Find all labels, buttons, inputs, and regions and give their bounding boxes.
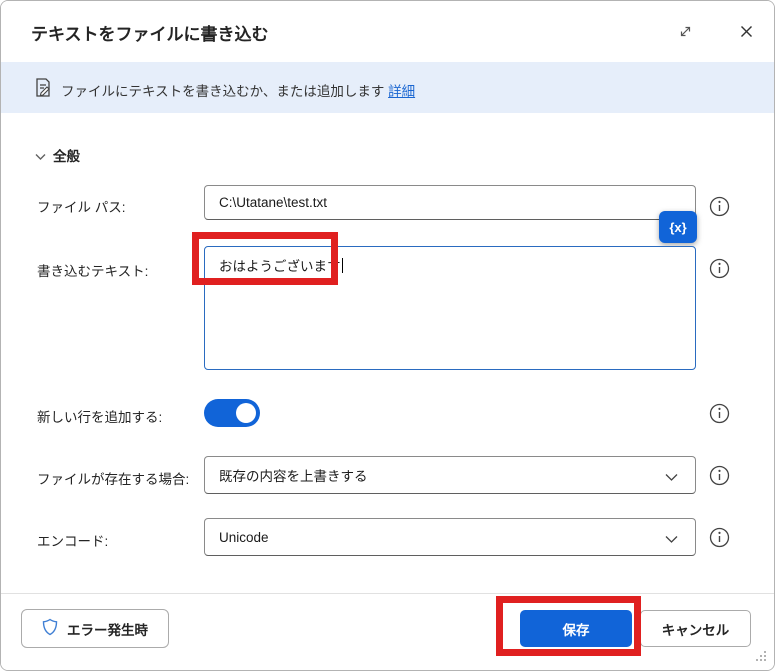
chevron-down-icon[interactable]: [34, 148, 47, 166]
file-path-info-icon[interactable]: [709, 196, 730, 217]
variable-picker-button[interactable]: {x}: [659, 211, 697, 243]
action-description-text: ファイルにテキストを書き込むか、または追加します 詳細: [61, 80, 415, 100]
close-icon: [739, 24, 754, 42]
text-to-write-label: 書き込むテキスト:: [37, 264, 149, 279]
file-path-label: ファイル パス:: [37, 200, 126, 215]
expand-dialog-button[interactable]: [671, 21, 699, 45]
on-error-button[interactable]: エラー発生時: [21, 609, 169, 648]
shield-icon: [42, 618, 58, 639]
close-dialog-button[interactable]: [732, 21, 760, 45]
encoding-value: Unicode: [219, 529, 269, 545]
if-file-exists-info-icon[interactable]: [709, 465, 730, 486]
on-error-label: エラー発生時: [67, 622, 148, 638]
dialog-title: テキストをファイルに書き込む: [31, 25, 269, 44]
description-message: ファイルにテキストを書き込むか、または追加します: [61, 84, 385, 99]
details-link[interactable]: 詳細: [388, 84, 415, 99]
file-path-value: C:\Utatane\test.txt: [219, 195, 328, 210]
append-new-line-info-icon[interactable]: [709, 403, 730, 424]
chevron-down-icon: [664, 532, 679, 547]
append-new-line-toggle[interactable]: [204, 399, 260, 427]
save-button[interactable]: 保存: [520, 610, 632, 647]
chevron-down-icon: [664, 470, 679, 485]
toggle-knob: [236, 403, 256, 423]
text-to-write-textarea[interactable]: おはようございます: [204, 246, 696, 370]
text-to-write-value: おはようございます: [219, 259, 341, 274]
section-general-label[interactable]: 全般: [53, 145, 80, 165]
if-file-exists-value: 既存の内容を上書きする: [219, 469, 368, 484]
dialog-footer: エラー発生時 保存 キャンセル: [1, 593, 774, 670]
if-file-exists-dropdown[interactable]: 既存の内容を上書きする: [204, 456, 696, 494]
encoding-dropdown[interactable]: Unicode: [204, 518, 696, 556]
file-path-input[interactable]: C:\Utatane\test.txt: [204, 185, 696, 220]
write-text-to-file-dialog: テキストをファイルに書き込む ファイルにテキストを書き込むか、または追加します …: [0, 0, 775, 671]
edit-document-icon: [33, 77, 54, 104]
action-description-banner: ファイルにテキストを書き込むか、または追加します 詳細: [1, 62, 774, 113]
cancel-button[interactable]: キャンセル: [640, 610, 751, 647]
text-cursor: [341, 258, 343, 273]
resize-diagonal-icon: [678, 24, 693, 42]
resize-grip[interactable]: [754, 648, 768, 667]
encoding-info-icon[interactable]: [709, 527, 730, 548]
text-to-write-info-icon[interactable]: [709, 258, 730, 279]
dialog-titlebar: テキストをファイルに書き込む: [1, 1, 774, 62]
append-new-line-label: 新しい行を追加する:: [37, 410, 163, 425]
encoding-label: エンコード:: [37, 534, 109, 549]
if-file-exists-label: ファイルが存在する場合:: [37, 472, 190, 487]
